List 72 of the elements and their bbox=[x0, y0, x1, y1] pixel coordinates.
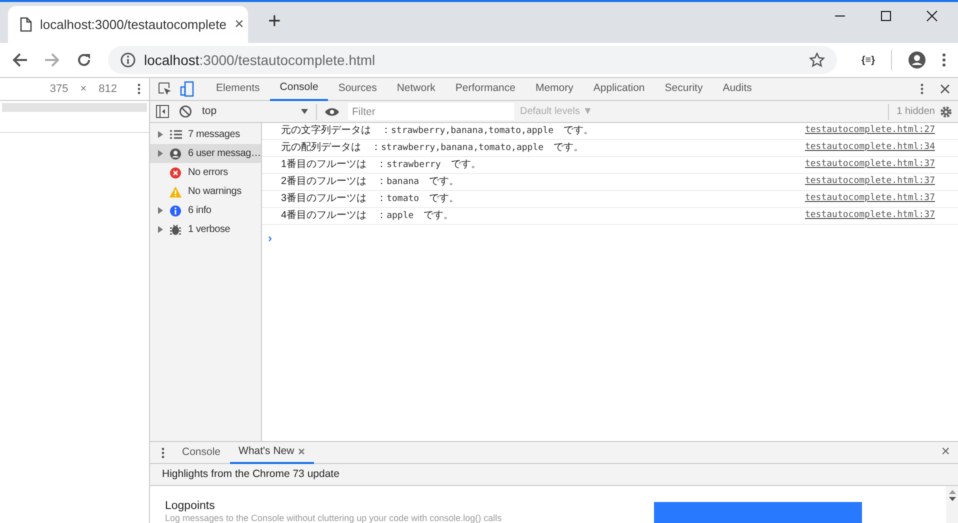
reload-icon[interactable] bbox=[76, 52, 92, 68]
height-value[interactable]: 812 bbox=[98, 80, 117, 98]
feature-title: Logpoints bbox=[165, 499, 216, 513]
more-icon[interactable] bbox=[137, 83, 141, 95]
url-text: localhost:3000/testautocomplete.html bbox=[144, 50, 376, 70]
error-icon bbox=[169, 166, 182, 178]
info-icon bbox=[120, 52, 136, 68]
devtools-tab[interactable]: Sources bbox=[328, 78, 387, 100]
feature-description: Log messages to the Console without cluttering up your code with console.log() calls bbox=[165, 513, 502, 523]
filter-input[interactable]: Filter bbox=[348, 103, 514, 120]
devtools-tab[interactable]: Security bbox=[654, 78, 713, 100]
address-bar[interactable]: localhost:3000/testautocomplete.html bbox=[108, 46, 838, 74]
back-icon[interactable] bbox=[12, 52, 28, 68]
log-message: 元の配列データは ：strawberry,banana,tomato,apple です。 bbox=[281, 141, 584, 156]
prompt-caret: › bbox=[268, 231, 272, 245]
source-link[interactable]: testautocomplete.html:37 bbox=[804, 209, 935, 223]
context-selector[interactable]: top bbox=[202, 104, 312, 120]
warning-icon bbox=[169, 186, 182, 198]
sidebar-item[interactable]: 6 info bbox=[150, 201, 261, 220]
list-icon bbox=[169, 128, 182, 140]
clear-icon[interactable] bbox=[179, 105, 192, 118]
close-tab-button[interactable]: × bbox=[234, 12, 244, 36]
inspect-icon[interactable] bbox=[158, 82, 172, 96]
drawer-tab[interactable]: Console bbox=[173, 442, 230, 464]
source-link[interactable]: testautocomplete.html:27 bbox=[804, 124, 935, 138]
devtools-tab[interactable]: Elements bbox=[206, 78, 270, 100]
close-drawer-button[interactable]: × bbox=[941, 441, 950, 464]
sidebar-item[interactable]: No warnings bbox=[150, 182, 261, 201]
scroll-down-icon bbox=[948, 497, 956, 501]
source-link[interactable]: testautocomplete.html:37 bbox=[804, 192, 935, 206]
extension-button[interactable]: {≡} bbox=[861, 52, 875, 68]
account-icon[interactable] bbox=[908, 51, 926, 69]
bug-icon bbox=[169, 224, 182, 236]
settings-icon[interactable] bbox=[940, 106, 952, 118]
new-tab-button[interactable]: + bbox=[268, 4, 281, 37]
devtools-tab[interactable]: Memory bbox=[525, 78, 584, 100]
scrollbar[interactable] bbox=[946, 486, 958, 523]
log-message: 元の文字列データは ：strawberry,banana,tomato,apple です。 bbox=[281, 124, 594, 138]
sidebar-item[interactable]: 1 verbose bbox=[150, 220, 261, 239]
log-message: 4番目のフルーツは ：apple です。 bbox=[281, 208, 454, 224]
tab-title: localhost:3000/testautocomplete bbox=[40, 16, 226, 34]
sidebar-item[interactable]: No errors bbox=[150, 163, 261, 182]
eye-icon[interactable] bbox=[324, 106, 340, 116]
page-icon bbox=[20, 17, 32, 32]
more-icon[interactable] bbox=[920, 83, 924, 95]
scroll-up-icon bbox=[948, 490, 956, 494]
sidebar-toggle-icon[interactable] bbox=[156, 105, 169, 118]
log-message: 2番目のフルーツは ：banana です。 bbox=[281, 174, 460, 190]
log-message: 3番目のフルーツは ：tomato です。 bbox=[281, 192, 460, 206]
devtools-tab[interactable]: Application bbox=[583, 78, 655, 100]
hidden-count: 1 hidden bbox=[896, 105, 935, 119]
dropdown-arrow-icon bbox=[301, 109, 308, 114]
info-icon bbox=[169, 204, 182, 216]
user-icon bbox=[169, 148, 182, 160]
browser-tab[interactable]: localhost:3000/testautocomplete × bbox=[8, 6, 248, 43]
sidebar-item[interactable]: 7 messages bbox=[150, 125, 261, 144]
source-link[interactable]: testautocomplete.html:34 bbox=[804, 141, 935, 155]
width-value[interactable]: 375 bbox=[50, 80, 68, 98]
devtools-tab[interactable]: Network bbox=[386, 78, 446, 100]
times-sign: × bbox=[80, 82, 87, 97]
highlights-heading: Highlights from the Chrome 73 update bbox=[162, 466, 340, 482]
sidebar-item[interactable]: 6 user messag… bbox=[150, 144, 261, 163]
device-icon[interactable] bbox=[180, 81, 194, 97]
devtools-tab[interactable]: Audits bbox=[712, 78, 762, 100]
log-message: 1番目のフルーツは ：strawberry です。 bbox=[281, 158, 481, 172]
source-link[interactable]: testautocomplete.html:37 bbox=[804, 158, 935, 172]
close-icon[interactable] bbox=[940, 84, 950, 94]
source-link[interactable]: testautocomplete.html:37 bbox=[804, 175, 935, 189]
menu-icon[interactable] bbox=[942, 52, 946, 68]
star-icon[interactable] bbox=[809, 52, 826, 68]
more-icon[interactable] bbox=[161, 446, 165, 458]
devtools-tab[interactable]: Performance bbox=[445, 78, 526, 100]
